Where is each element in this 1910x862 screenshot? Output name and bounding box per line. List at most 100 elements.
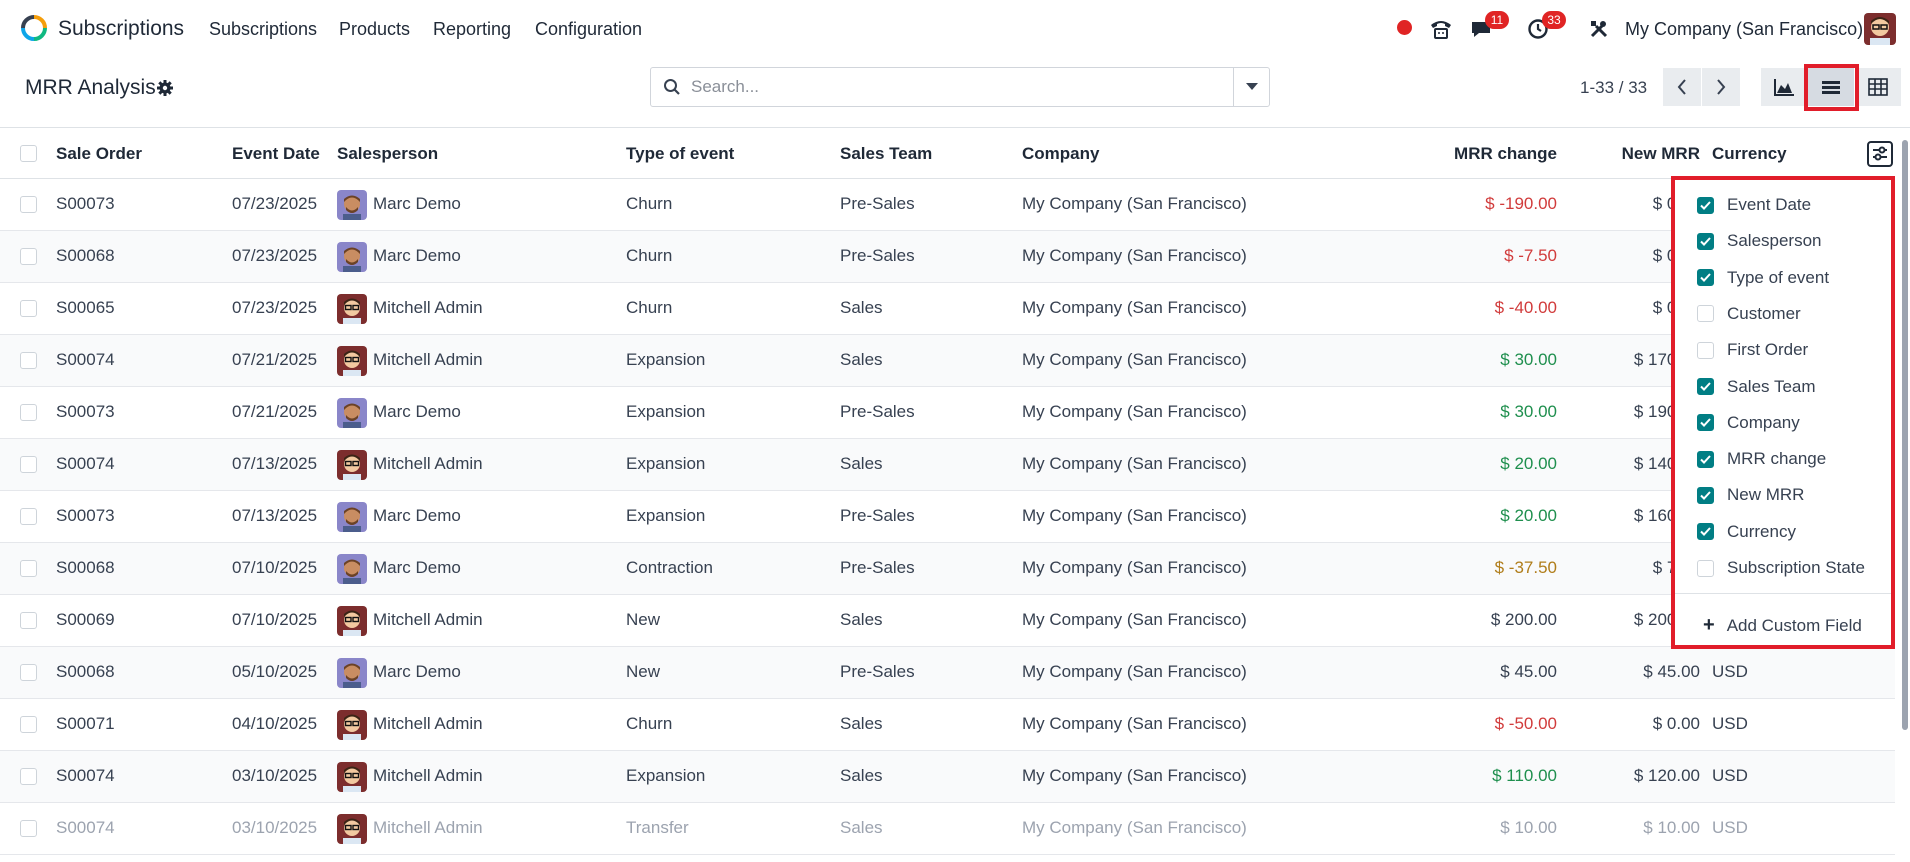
subscriptions-logo-icon[interactable] [20,14,48,42]
column-option[interactable]: First Order [1697,338,1808,362]
row-checkbox[interactable] [20,820,37,837]
row-checkbox[interactable] [20,508,37,525]
user-avatar[interactable] [1864,13,1896,45]
cell-sale-order: S00069 [56,610,115,629]
cell-event-date: 07/23/2025 [232,194,318,213]
tools-icon[interactable] [1586,16,1612,42]
pager-value[interactable]: 1-33 / 33 [1580,78,1647,98]
cell-salesperson: Mitchell Admin [373,818,483,837]
gear-icon[interactable] [156,79,174,102]
header-new-mrr[interactable]: New MRR [1622,144,1700,164]
table-row[interactable]: S00068 07/23/2025 Marc Demo Churn Pre-Sales M… [0,231,1895,283]
column-option-checkbox[interactable] [1697,559,1714,577]
row-checkbox[interactable] [20,300,37,317]
column-option[interactable]: Sales Team [1697,375,1816,399]
graph-view-button[interactable] [1761,68,1807,106]
check-icon [1700,491,1711,500]
column-option[interactable]: New MRR [1697,483,1804,507]
header-type-of-event[interactable]: Type of event [626,144,734,164]
row-checkbox[interactable] [20,560,37,577]
cell-salesperson: Marc Demo [373,246,461,265]
column-option-checkbox[interactable] [1697,196,1714,214]
search-options-toggle[interactable] [1233,67,1270,107]
cell-sale-order: S00074 [56,350,115,369]
column-option[interactable]: Subscription State [1697,556,1865,580]
menu-reporting[interactable]: Reporting [433,19,511,40]
table-row[interactable]: S00073 07/13/2025 Marc Demo Expansion Pre-Sa… [0,491,1895,543]
menu-products[interactable]: Products [339,19,410,40]
table-row[interactable]: S00068 05/10/2025 Marc Demo New Pre-Sales My … [0,647,1895,699]
company-switcher[interactable]: My Company (San Francisco) [1625,19,1863,40]
cell-company: My Company (San Francisco) [1022,506,1247,525]
cell-sales-team: Sales [840,766,883,785]
salesperson-avatar [337,190,367,220]
select-all-checkbox[interactable] [20,145,37,162]
optional-columns-icon[interactable] [1867,141,1893,167]
column-option[interactable]: Customer [1697,302,1801,326]
caret-down-icon [1245,83,1258,90]
table-row[interactable]: S00074 07/13/2025 Mitchell Admin Expansion S… [0,439,1895,491]
cell-sales-team: Pre-Sales [840,558,915,577]
pager-next-button[interactable] [1702,68,1740,106]
record-icon[interactable] [1397,20,1412,35]
scrollbar[interactable] [1902,140,1908,730]
column-option-checkbox[interactable] [1697,305,1714,323]
table-row[interactable]: S00074 07/21/2025 Mitchell Admin Expansion S… [0,335,1895,387]
cell-company: My Company (San Francisco) [1022,246,1247,265]
cell-type-of-event: New [626,610,661,629]
column-option[interactable]: Company [1697,411,1800,435]
table-row[interactable]: S00074 03/10/2025 Mitchell Admin Transfer Sa… [0,803,1895,855]
column-option-checkbox[interactable] [1697,269,1714,287]
column-option-checkbox[interactable] [1697,232,1714,250]
cell-mrr-change: $ 20.00 [1500,506,1557,525]
row-checkbox[interactable] [20,248,37,265]
table-row[interactable]: S00073 07/21/2025 Marc Demo Expansion Pre-Sa… [0,387,1895,439]
salesperson-avatar [337,710,367,740]
header-sale-order[interactable]: Sale Order [56,144,142,164]
table-row[interactable]: S00068 07/10/2025 Marc Demo Contraction Pre-… [0,543,1895,595]
header-sales-team[interactable]: Sales Team [840,144,932,164]
row-checkbox[interactable] [20,664,37,681]
header-salesperson[interactable]: Salesperson [337,144,438,164]
add-custom-field-button[interactable]: + Add Custom Field [1703,614,1862,637]
table-row[interactable]: S00074 03/10/2025 Mitchell Admin Expansion S… [0,751,1895,803]
header-company[interactable]: Company [1022,144,1099,164]
menu-subscriptions[interactable]: Subscriptions [209,19,317,40]
app-name[interactable]: Subscriptions [58,17,184,41]
table-row[interactable]: S00071 04/10/2025 Mitchell Admin Churn Sales… [0,699,1895,751]
column-option[interactable]: MRR change [1697,447,1826,471]
search-input[interactable] [691,76,1221,98]
column-option-label: Subscription State [1727,558,1865,577]
header-event-date[interactable]: Event Date [232,144,320,164]
column-option[interactable]: Type of event [1697,266,1829,290]
column-option-checkbox[interactable] [1697,378,1714,395]
cell-company: My Company (San Francisco) [1022,610,1247,629]
column-option-checkbox[interactable] [1697,414,1714,432]
pivot-view-button[interactable] [1855,68,1901,106]
row-checkbox[interactable] [20,456,37,473]
table-row[interactable]: S00073 07/23/2025 Marc Demo Churn Pre-Sales M… [0,179,1895,231]
menu-configuration[interactable]: Configuration [535,19,642,40]
add-custom-field-label: Add Custom Field [1726,615,1862,635]
cell-sale-order: S00065 [56,298,115,317]
table-row[interactable]: S00069 07/10/2025 Mitchell Admin New Sales My… [0,595,1895,647]
column-option-checkbox[interactable] [1697,450,1714,468]
row-checkbox[interactable] [20,716,37,733]
header-mrr-change[interactable]: MRR change [1454,144,1557,164]
row-checkbox[interactable] [20,352,37,369]
column-option-checkbox[interactable] [1697,486,1714,504]
column-option[interactable]: Currency [1697,520,1796,544]
pager-previous-button[interactable] [1663,68,1701,106]
phone-icon[interactable] [1428,16,1454,42]
column-option-checkbox[interactable] [1697,341,1714,359]
row-checkbox[interactable] [20,404,37,421]
column-option-checkbox[interactable] [1697,523,1714,541]
column-option[interactable]: Event Date [1697,193,1811,217]
row-checkbox[interactable] [20,196,37,213]
column-option[interactable]: Salesperson [1697,229,1822,253]
chevron-right-icon [1717,79,1726,95]
table-row[interactable]: S00065 07/23/2025 Mitchell Admin Churn Sales… [0,283,1895,335]
row-checkbox[interactable] [20,768,37,785]
header-currency[interactable]: Currency [1712,144,1787,164]
row-checkbox[interactable] [20,612,37,629]
